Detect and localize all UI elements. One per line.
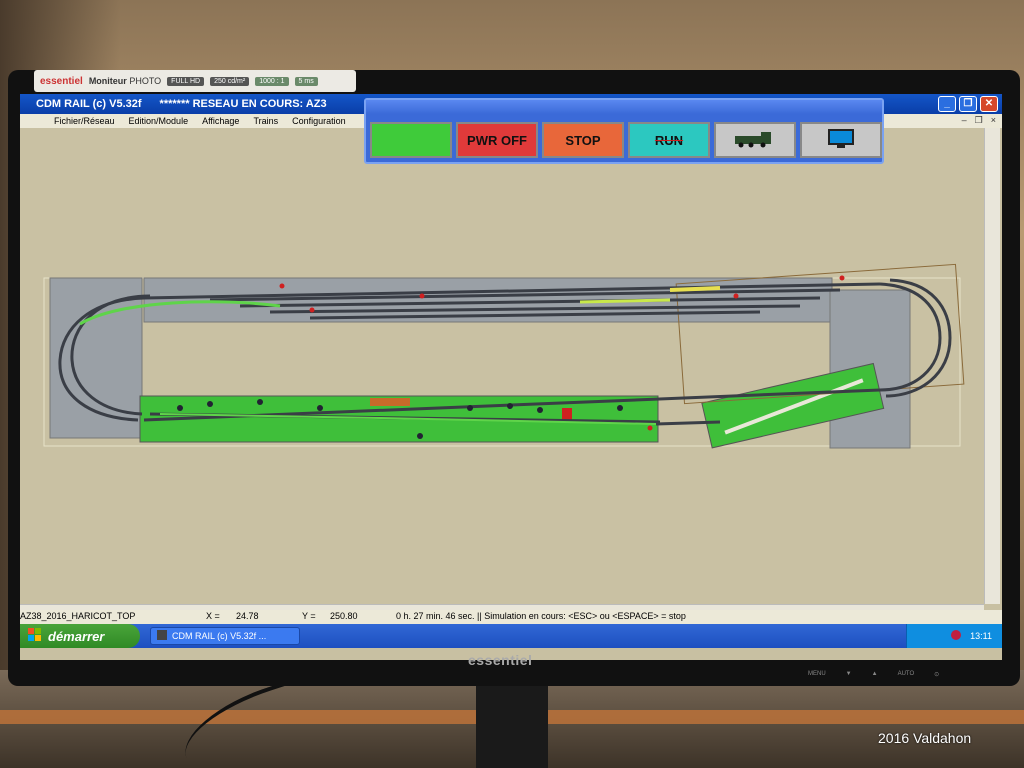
mdi-minimize-button[interactable]: –: [962, 115, 967, 126]
monitor-down-button[interactable]: ▼: [846, 671, 852, 678]
photo-watermark: 2016 Valdahon: [878, 730, 972, 746]
close-button[interactable]: ✕: [980, 96, 998, 112]
tray-icon[interactable]: [950, 629, 962, 643]
sticker-response: 5 ms: [294, 76, 318, 86]
stop-button[interactable]: STOP: [542, 122, 624, 158]
sticker-brightness: 250 cd/m²: [210, 76, 250, 86]
monitor-auto-button[interactable]: AUTO: [898, 671, 915, 678]
minimize-button[interactable]: _: [938, 96, 956, 112]
reseau-label: ******* RESEAU EN COURS: AZ3: [159, 98, 327, 110]
start-label: démarrer: [48, 628, 105, 644]
windows-logo-icon: [28, 627, 42, 645]
taskbar-item-cdm-rail[interactable]: CDM RAIL (c) V5.32f ...: [150, 627, 300, 645]
layout-canvas[interactable]: [20, 128, 984, 604]
mdi-close-button[interactable]: ×: [991, 115, 996, 126]
train-button[interactable]: [714, 122, 796, 158]
monitor-up-button[interactable]: ▲: [872, 671, 878, 678]
window-controls: _ ❐ ✕: [938, 96, 998, 112]
monitor-icon: [827, 128, 855, 153]
status-x-label: X =: [206, 611, 220, 621]
locomotive-icon: [733, 130, 777, 151]
screen-button[interactable]: [800, 122, 882, 158]
start-button[interactable]: démarrer: [20, 624, 140, 648]
status-network: AZ38_2016_HARICOT_TOP: [20, 611, 136, 621]
menu-edition[interactable]: Edition/Module: [129, 116, 189, 126]
run-button[interactable]: RUN: [628, 122, 710, 158]
taskbar: démarrer CDM RAIL (c) V5.32f ... 13:11: [20, 624, 1002, 648]
menu-configuration[interactable]: Configuration: [292, 116, 346, 126]
control-toolbar: PWR OFF STOP RUN: [364, 98, 884, 164]
status-y-value: 250.80: [330, 611, 358, 621]
menu-fichier[interactable]: Fichier/Réseau: [54, 116, 115, 126]
sticker-brand: essentiel: [40, 75, 83, 87]
menu-trains[interactable]: Trains: [253, 116, 278, 126]
mdi-controls: – ❐ ×: [962, 115, 996, 126]
monitor-stand: [476, 684, 548, 768]
monitor-menu-button[interactable]: MENU: [808, 671, 826, 678]
menu-affichage[interactable]: Affichage: [202, 116, 239, 126]
sticker-fullhd: FULL HD: [167, 76, 205, 86]
signal-building: [562, 408, 572, 420]
window-title: CDM RAIL (c) V5.32f: [36, 98, 142, 110]
app-icon: [157, 630, 167, 642]
mdi-restore-button[interactable]: ❐: [975, 115, 983, 126]
sticker-model: Moniteur PHOTO: [88, 76, 162, 86]
status-x-value: 24.78: [236, 611, 259, 621]
train-right: [669, 286, 721, 292]
power-on-button[interactable]: [370, 122, 452, 158]
maximize-button[interactable]: ❐: [959, 96, 977, 112]
vertical-scrollbar[interactable]: [984, 128, 1000, 604]
system-tray: 13:11: [906, 624, 1002, 648]
monitor-sticker: essentiel Moniteur PHOTO FULL HD 250 cd/…: [34, 70, 356, 92]
status-y-label: Y =: [302, 611, 316, 621]
status-bar: AZ38_2016_HARICOT_TOP X = 24.78 Y = 250.…: [20, 610, 1002, 624]
track-layout: [43, 263, 965, 449]
monitor-power-button[interactable]: ⊙: [934, 671, 939, 678]
train-top: [579, 298, 671, 304]
clock[interactable]: 13:11: [970, 631, 992, 641]
taskbar-item-label: CDM RAIL (c) V5.32f ...: [172, 631, 267, 641]
building: [370, 398, 410, 406]
monitor-buttons: MENU ▼ ▲ AUTO ⊙: [808, 671, 939, 678]
screen: CDM RAIL (c) V5.32f ******* RESEAU EN CO…: [20, 94, 1002, 660]
status-message: 0 h. 27 min. 46 sec. || Simulation en co…: [396, 611, 686, 621]
pwr-off-button[interactable]: PWR OFF: [456, 122, 538, 158]
sticker-contrast: 1000 : 1: [255, 76, 289, 86]
bezel-brand: essentiel: [468, 652, 533, 668]
